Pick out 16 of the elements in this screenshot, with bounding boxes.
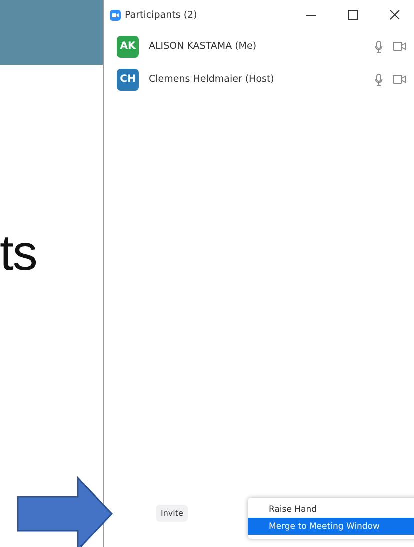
video-camera-icon[interactable]: [393, 75, 406, 84]
participant-avatar: AK: [117, 36, 139, 58]
microphone-icon[interactable]: [375, 74, 383, 86]
microphone-icon[interactable]: [375, 40, 383, 52]
camera-logo-icon: [110, 10, 121, 20]
menu-item[interactable]: Raise Hand: [248, 501, 414, 518]
window-title: Participants (2): [125, 10, 198, 20]
menu-item[interactable]: Merge to Meeting Window: [248, 518, 414, 535]
slide-text: ts: [0, 225, 38, 281]
participant-avatar: CH: [117, 68, 139, 90]
maximize-icon[interactable]: [348, 10, 358, 20]
participant-name: ALISON KASTAMA (Me): [149, 41, 258, 52]
invite-button[interactable]: Invite: [156, 505, 188, 522]
participant-name: Clemens Heldmaier (Host): [149, 74, 276, 85]
close-icon[interactable]: [390, 10, 400, 20]
video-camera-icon[interactable]: [393, 42, 406, 51]
